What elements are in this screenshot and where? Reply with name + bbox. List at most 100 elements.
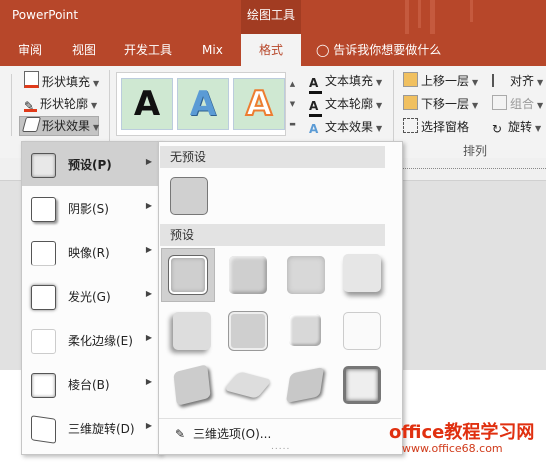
preset-option-8[interactable] [335,304,389,358]
no-preset-header: 无预设 [160,146,385,168]
text-outline-label: 文本轮廓 [325,97,374,111]
title-decoration [418,0,421,28]
3d-options-link[interactable]: ✎ 三维选项(O)... [175,425,271,442]
shape-effects-label: 形状效果 [42,119,91,133]
preset-shape [223,371,273,399]
preset-shape [169,256,207,294]
tab-format[interactable]: 格式 [241,34,301,66]
chevron-down-icon: ▼ [376,78,383,87]
shape-outline-button[interactable]: ✎ 形状轮廓 ▼ [24,94,97,114]
rotate-label: 旋转 [508,120,533,134]
text-effects-icon: A [309,122,319,136]
preset-shape [173,312,211,350]
gallery-scroll[interactable]: ▲ ▼ ▬ [287,74,298,134]
wordart-style-orange[interactable]: A [233,78,285,130]
menu-item-label: 三维旋转(D) [68,422,135,436]
menu-item-preset[interactable]: 预设(P) ▶ [22,142,160,186]
chevron-right-icon: ▶ [145,201,152,210]
group-icon [492,95,507,110]
text-outline-button[interactable]: A 文本轮廓 ▼ [309,94,383,117]
align-icon [492,74,507,87]
selection-pane-button[interactable]: 选择窗格 [403,117,469,137]
title-decoration [405,0,409,34]
preset-option-4[interactable] [335,248,389,302]
chevron-down-icon: ▼ [472,101,479,110]
tab-developer[interactable]: 开发工具 [124,34,172,66]
text-fill-label: 文本填充 [325,74,374,88]
chevron-right-icon: ▶ [145,333,152,342]
send-backward-icon [403,95,418,110]
tab-review[interactable]: 审阅 [18,34,42,66]
chevron-down-icon: ▼ [535,124,542,133]
no-preset-option[interactable] [170,177,208,215]
align-label: 对齐 [510,74,535,88]
shape-effects-button[interactable]: 形状效果 ▼ [21,116,99,136]
preset-option-3[interactable] [279,248,333,302]
menu-divider [159,418,401,419]
drawing-tools-context-label: 绘图工具 [241,0,301,34]
align-button[interactable]: 对齐 ▼ [492,71,543,91]
preset-shape [287,256,325,294]
shape-effects-icon [21,117,42,132]
menu-item-glow[interactable]: 发光(G) ▶ [22,274,160,318]
preset-option-5[interactable] [165,304,219,358]
preset-option-12[interactable] [335,360,389,414]
preset-option-10[interactable] [221,360,275,414]
preset-shape [229,312,267,350]
send-backward-button[interactable]: 下移一层 ▼ [403,94,478,114]
rotate-icon: ↻ [492,122,503,136]
preset-option-7[interactable] [279,304,333,358]
tab-view[interactable]: 视图 [72,34,96,66]
preset-option-11[interactable] [279,360,333,414]
chevron-down-icon: ▼ [537,78,544,87]
arrange-group-label: 排列 [463,144,488,158]
reflection-icon [31,241,56,266]
preset-icon [31,153,56,178]
resize-grip[interactable]: ..... [271,442,290,452]
title-decoration [430,0,435,34]
send-backward-label: 下移一层 [421,97,470,111]
menu-item-label: 映像(R) [68,246,110,260]
preset-shape [289,314,321,346]
bring-forward-label: 上移一层 [421,74,470,88]
shape-fill-button[interactable]: 形状填充 ▼ [24,71,99,91]
text-effects-button[interactable]: A 文本效果 ▼ [309,117,382,137]
preset-option-1[interactable] [161,248,215,302]
chevron-down-icon: ▼ [91,101,98,110]
preset-option-6[interactable] [221,304,275,358]
menu-item-reflection[interactable]: 映像(R) ▶ [22,230,160,274]
text-outline-icon: A [309,100,322,117]
bring-forward-button[interactable]: 上移一层 ▼ [403,71,478,91]
tell-me-text: 告诉我你想要做什么 [333,43,442,57]
group-button[interactable]: 组合 ▼ [492,94,543,114]
chevron-right-icon: ▶ [145,421,152,430]
3d-options-icon: ✎ [175,427,186,441]
app-title: PowerPoint [12,8,79,22]
menu-item-soft-edges[interactable]: 柔化边缘(E) ▶ [22,318,160,362]
preset-option-9[interactable] [165,360,219,414]
menu-item-3d-rotation[interactable]: 三维旋转(D) ▶ [22,406,160,450]
tab-mix[interactable]: Mix [202,34,223,66]
wordart-style-black[interactable]: A [121,78,173,130]
shape-fill-label: 形状填充 [42,75,91,89]
menu-item-bevel[interactable]: 棱台(B) ▶ [22,362,160,406]
menu-item-label: 柔化边缘(E) [68,334,133,348]
rotate-button[interactable]: ↻ 旋转 ▼ [492,117,541,137]
group-label: 组合 [510,97,535,111]
preset-shape [343,254,381,292]
text-fill-button[interactable]: A 文本填充 ▼ [309,71,383,94]
bring-forward-icon [403,72,418,87]
wordart-style-blue[interactable]: A [177,78,229,130]
chevron-down-icon: ▼ [93,79,100,88]
tell-me-search[interactable]: ◯ 告诉我你想要做什么 [316,34,441,66]
shape-outline-label: 形状轮廓 [40,97,89,111]
left-gallery-edge [1,74,12,136]
chevron-down-icon: ▼ [376,101,383,110]
text-effects-label: 文本效果 [325,120,374,134]
preset-option-2[interactable] [221,248,275,302]
shadow-icon [31,197,56,222]
menu-item-shadow[interactable]: 阴影(S) ▶ [22,186,160,230]
watermark-title: office教程学习网 [389,422,535,443]
chevron-right-icon: ▶ [145,377,152,386]
menu-item-label: 棱台(B) [68,378,110,392]
